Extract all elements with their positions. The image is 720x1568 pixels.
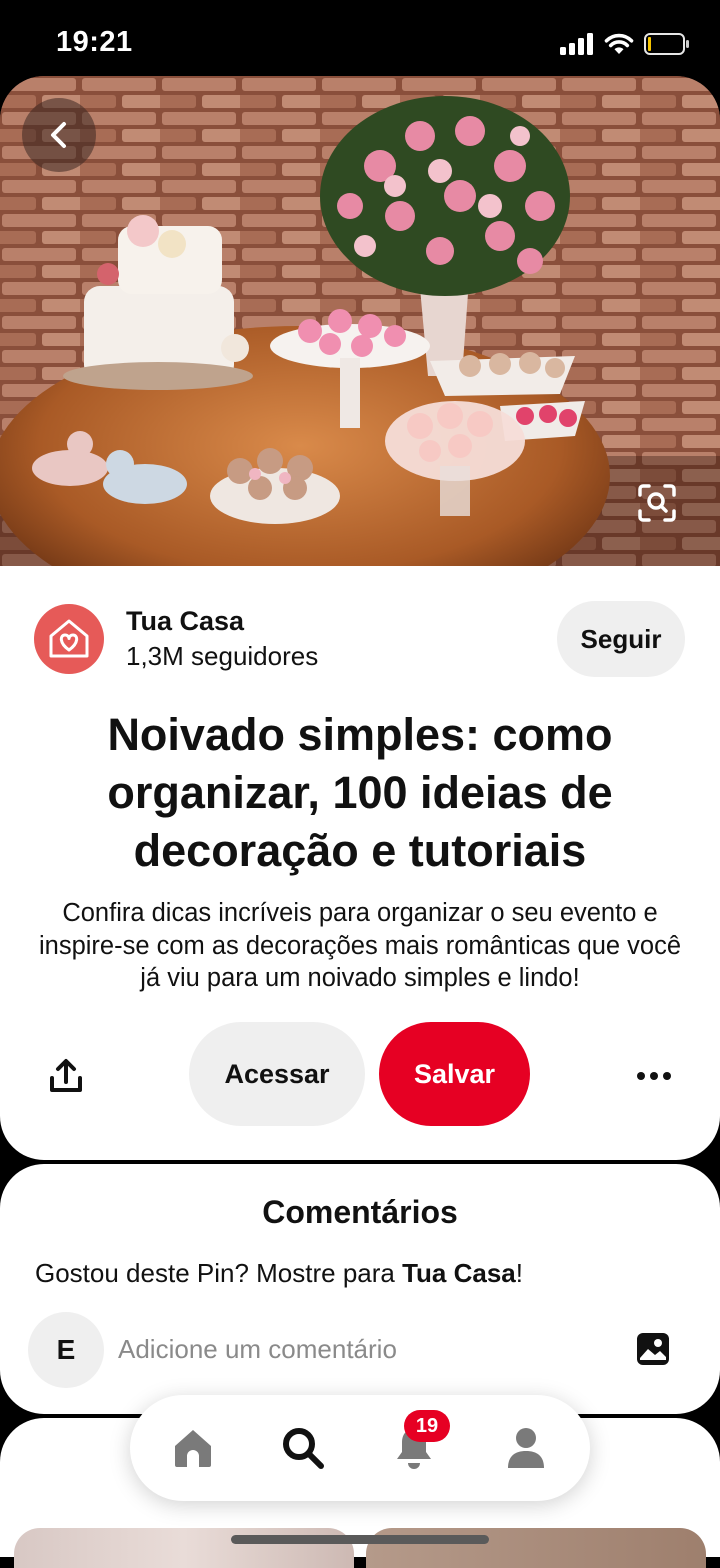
creator-avatar[interactable]: [34, 604, 104, 674]
creator-name[interactable]: Tua Casa: [126, 606, 244, 637]
share-icon: [50, 1059, 82, 1092]
home-icon: [175, 1430, 211, 1467]
related-pin-thumbnail[interactable]: [366, 1528, 706, 1568]
comments-title: Comentários: [262, 1194, 458, 1230]
home-indicator: [231, 1535, 489, 1544]
pin-title: Noivado simples: como organizar, 100 ide…: [107, 709, 613, 876]
pin-description: Confira dicas incríveis para organizar o…: [38, 899, 682, 992]
search-icon: [283, 1428, 324, 1469]
cellular-signal-icon: [560, 33, 593, 55]
status-icons: [560, 30, 690, 58]
profile-icon: [508, 1428, 544, 1468]
status-time: 19:21: [56, 26, 133, 58]
save-button[interactable]: Salvar: [379, 1022, 530, 1126]
house-heart-logo-icon: [49, 619, 89, 658]
pin-image[interactable]: [0, 76, 720, 567]
comment-input[interactable]: [118, 1328, 598, 1370]
add-image-button[interactable]: [630, 1326, 676, 1372]
nav-search[interactable]: [273, 1418, 333, 1478]
chevron-left-icon: [51, 122, 66, 148]
lens-search-icon: [638, 484, 676, 522]
follow-button[interactable]: Seguir: [557, 601, 685, 677]
comments-prompt-suffix: !: [515, 1258, 524, 1288]
visual-search-button[interactable]: [628, 474, 686, 532]
back-button[interactable]: [22, 98, 96, 172]
more-options-button[interactable]: [624, 1046, 684, 1106]
wifi-icon: [604, 33, 634, 54]
battery-icon: [644, 33, 689, 55]
share-button[interactable]: [36, 1046, 96, 1106]
image-icon: [637, 1333, 669, 1365]
notification-badge: 19: [404, 1410, 450, 1442]
comments-prompt: Gostou deste Pin? Mostre para Tua Casa!: [35, 1258, 523, 1289]
nav-profile[interactable]: [496, 1418, 556, 1478]
creator-followers: 1,3M seguidores: [126, 641, 319, 671]
related-pin-thumbnail[interactable]: [14, 1528, 354, 1568]
pin-photo: [0, 76, 720, 567]
visit-button[interactable]: Acessar: [189, 1022, 365, 1126]
comments-prompt-name: Tua Casa: [402, 1258, 516, 1288]
ellipsis-icon: [637, 1072, 671, 1080]
user-avatar: E: [28, 1312, 104, 1388]
nav-home[interactable]: [163, 1418, 223, 1478]
comments-prompt-prefix: Gostou deste Pin? Mostre para: [35, 1258, 403, 1288]
